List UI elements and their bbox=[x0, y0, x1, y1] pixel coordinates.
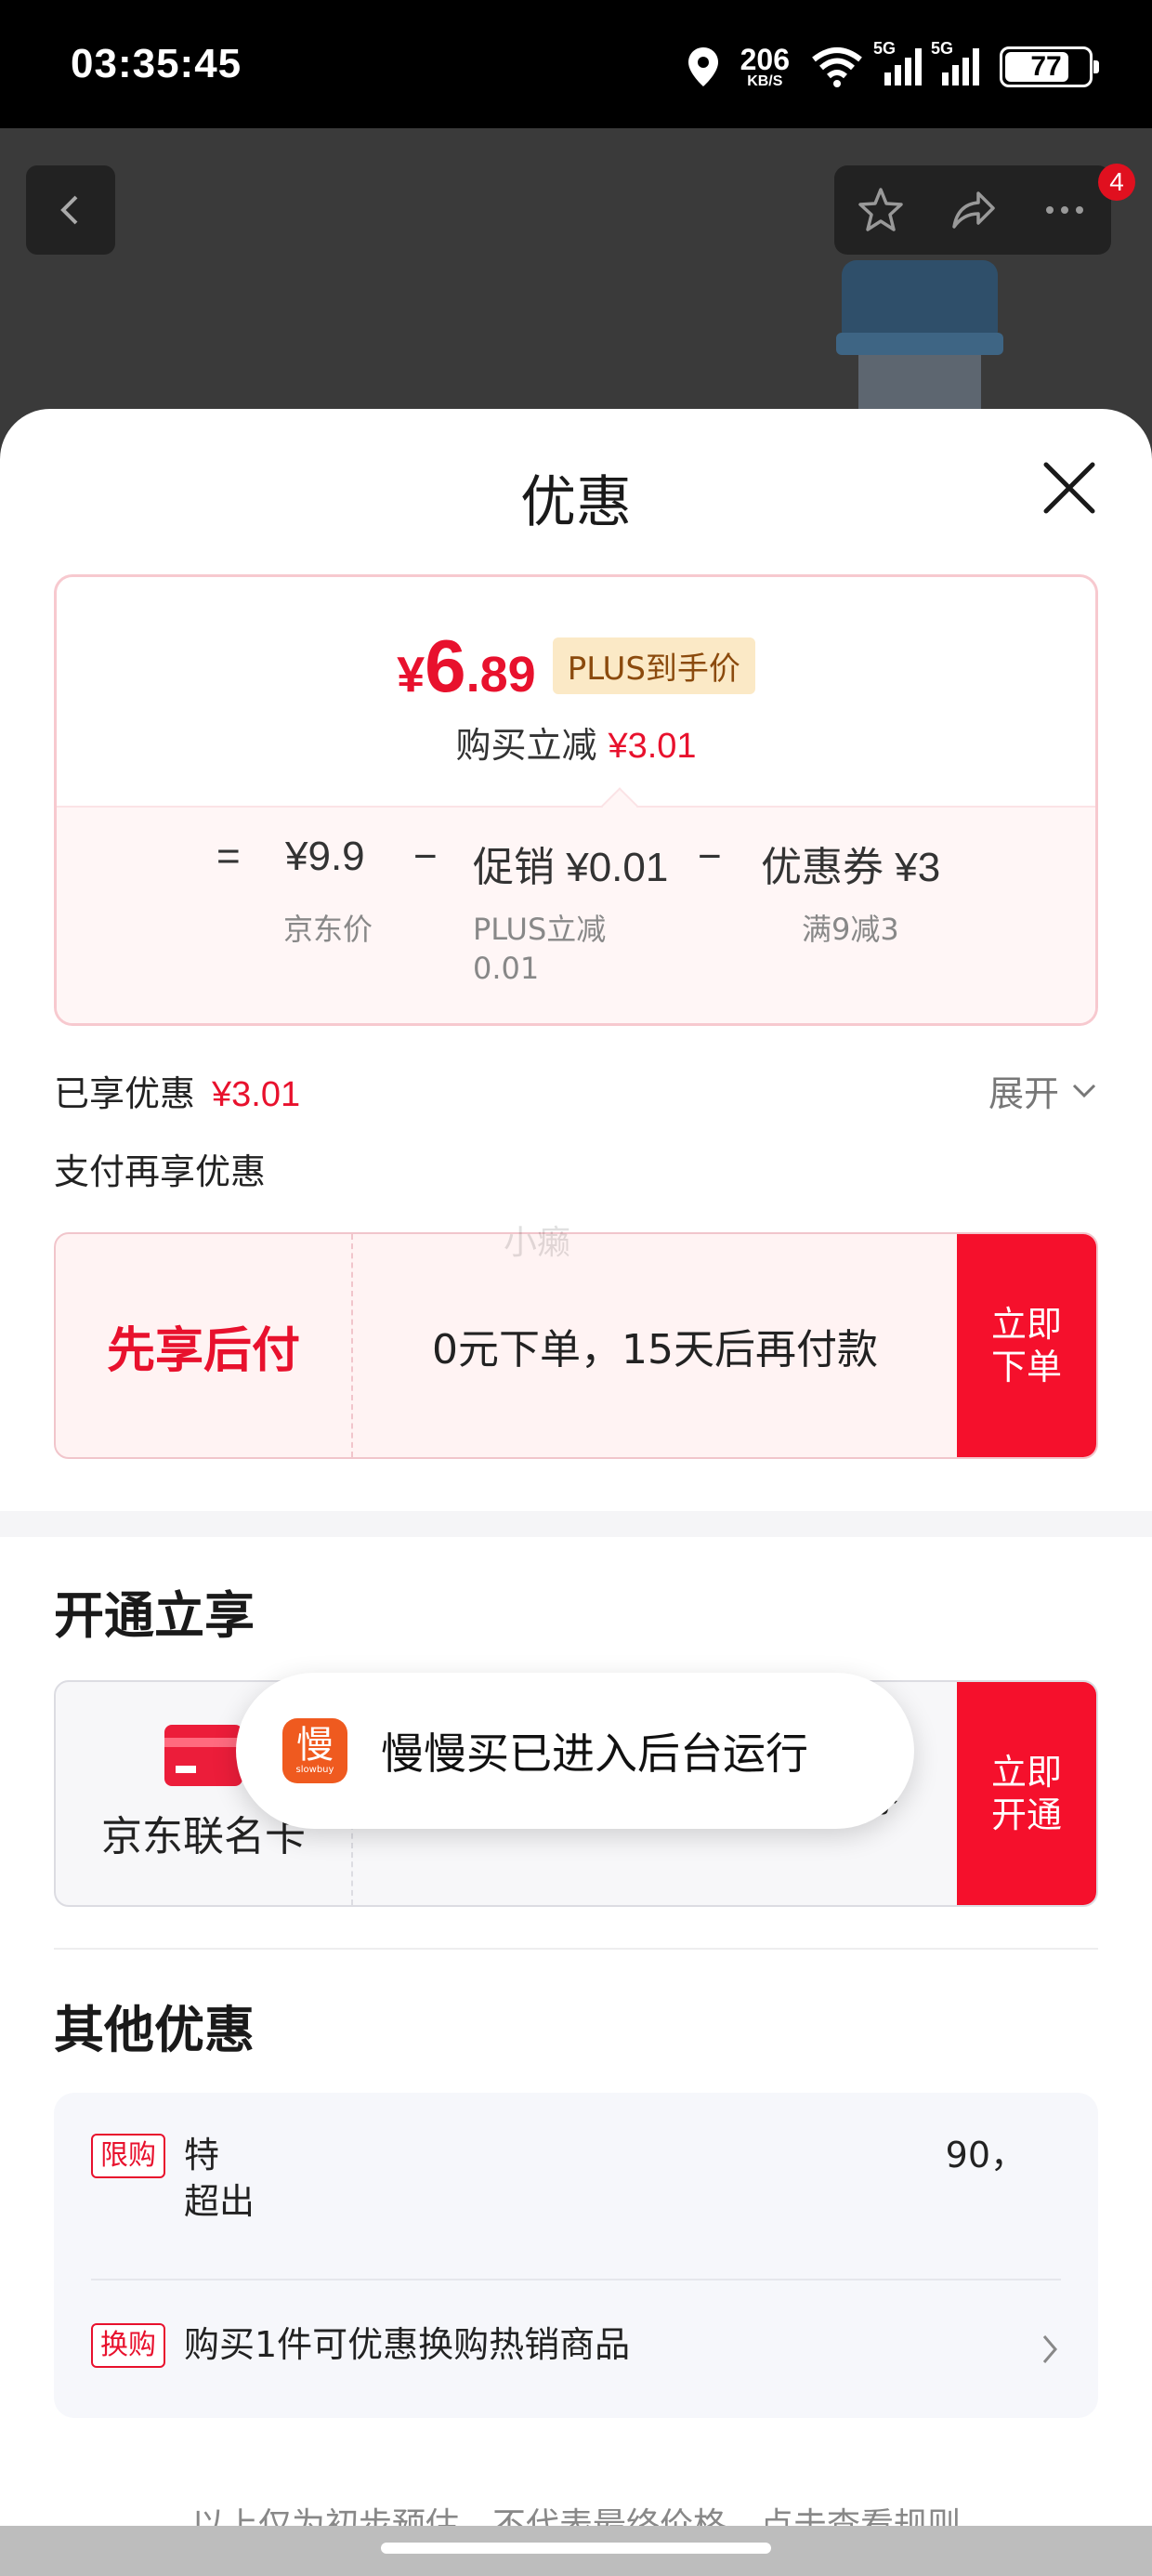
divider-line bbox=[54, 1948, 1098, 1950]
promo-label-1: PLUS立减 bbox=[473, 912, 607, 947]
coupon-label: 满9减3 bbox=[802, 912, 899, 947]
promo-label-2: 0.01 bbox=[473, 951, 540, 986]
status-bar: 03:35:45 206 KB/S 5G 5G 77 bbox=[0, 0, 1152, 128]
clock: 03:35:45 bbox=[71, 41, 242, 86]
home-gesture-handle[interactable] bbox=[381, 2543, 771, 2554]
open-section-title: 开通立享 bbox=[54, 1586, 255, 1645]
chevron-left-icon bbox=[60, 195, 78, 225]
network-speed: 206 KB/S bbox=[740, 43, 790, 89]
location-icon bbox=[687, 47, 718, 86]
list-divider bbox=[91, 2279, 1061, 2280]
minus-sign-1: − bbox=[413, 834, 438, 879]
price-breakdown-card: ¥6.89 PLUS到手价 购买立减 ¥3.01 = ¥9.9 京东价 − 促销 … bbox=[54, 574, 1098, 1026]
equals-sign: = bbox=[216, 834, 241, 879]
discount-sheet: 优惠 ¥6.89 PLUS到手价 购买立减 ¥3.01 = ¥9.9 京东价 − … bbox=[0, 409, 1152, 2576]
section-divider bbox=[0, 1511, 1152, 1537]
order-now-button[interactable]: 立即 下单 bbox=[957, 1234, 1096, 1457]
chevron-right-icon[interactable] bbox=[1039, 2331, 1061, 2368]
bnpl-offer-card[interactable]: 先享后付 0元下单，15天后再付款 立即 下单 bbox=[54, 1232, 1098, 1459]
credit-card-icon bbox=[164, 1725, 242, 1786]
chevron-down-icon bbox=[1072, 1084, 1096, 1097]
base-price: ¥9.9 bbox=[285, 834, 365, 879]
status-icons: 206 KB/S 5G 5G 77 bbox=[687, 39, 1099, 93]
final-price: ¥6.89 bbox=[397, 624, 536, 707]
star-icon[interactable] bbox=[855, 184, 907, 236]
close-icon[interactable] bbox=[1039, 457, 1100, 519]
toast-message: 慢慢买已进入后台运行 bbox=[381, 1728, 808, 1779]
top-action-bar bbox=[834, 165, 1111, 255]
watermark: 小癞 bbox=[504, 1224, 571, 1262]
share-icon[interactable] bbox=[947, 184, 999, 236]
app-logo-icon: 慢 slowbuy bbox=[282, 1718, 347, 1783]
expand-toggle[interactable]: 展开 bbox=[988, 1065, 1098, 1116]
bnpl-description: 0元下单，15天后再付款 bbox=[432, 1326, 878, 1373]
list-item-exchange[interactable]: 换购 购买1件可优惠换购热销商品 bbox=[91, 2321, 1061, 2368]
final-price-area: ¥6.89 PLUS到手价 购买立减 ¥3.01 bbox=[57, 577, 1095, 806]
price-formula: = ¥9.9 京东价 − 促销 ¥0.01 PLUS立减 0.01 − 优惠券 … bbox=[57, 806, 1095, 1023]
sheet-title: 优惠 bbox=[520, 470, 632, 535]
open-now-button[interactable]: 立即 开通 bbox=[957, 1682, 1096, 1905]
wifi-icon bbox=[812, 47, 862, 87]
other-section-title: 其他优惠 bbox=[54, 2001, 255, 2059]
bnpl-title: 先享后付 bbox=[56, 1234, 353, 1457]
exchange-tag: 换购 bbox=[91, 2323, 165, 2368]
back-button[interactable] bbox=[26, 165, 115, 255]
limit-tag: 限购 bbox=[91, 2134, 165, 2178]
instant-reduction: 购买立减 ¥3.01 bbox=[455, 725, 697, 766]
promo-discount: 促销 ¥0.01 bbox=[473, 845, 669, 890]
pay-more-heading: 支付再享优惠 bbox=[54, 1151, 267, 1192]
signal-5g-2-icon: 5G bbox=[931, 39, 979, 85]
coupon-discount: 优惠券 ¥3 bbox=[761, 845, 941, 890]
list-item-limit[interactable]: 限购 特 90， 超出 bbox=[91, 2132, 1061, 2225]
minus-sign-2: − bbox=[698, 834, 722, 879]
more-icon[interactable] bbox=[1039, 184, 1091, 236]
enjoyed-discount: 已享优惠 ¥3.01 bbox=[54, 1073, 301, 1114]
message-badge: 4 bbox=[1098, 164, 1135, 201]
other-offers-list: 限购 特 90， 超出 换购 购买1件可优惠换购热销商品 bbox=[54, 2093, 1098, 2418]
battery-icon: 77 bbox=[1000, 46, 1099, 87]
background-toast: 慢 slowbuy 慢慢买已进入后台运行 bbox=[236, 1673, 914, 1829]
base-price-label: 京东价 bbox=[283, 912, 373, 947]
signal-5g-1-icon: 5G bbox=[873, 39, 922, 85]
plus-price-tag: PLUS到手价 bbox=[552, 637, 755, 694]
